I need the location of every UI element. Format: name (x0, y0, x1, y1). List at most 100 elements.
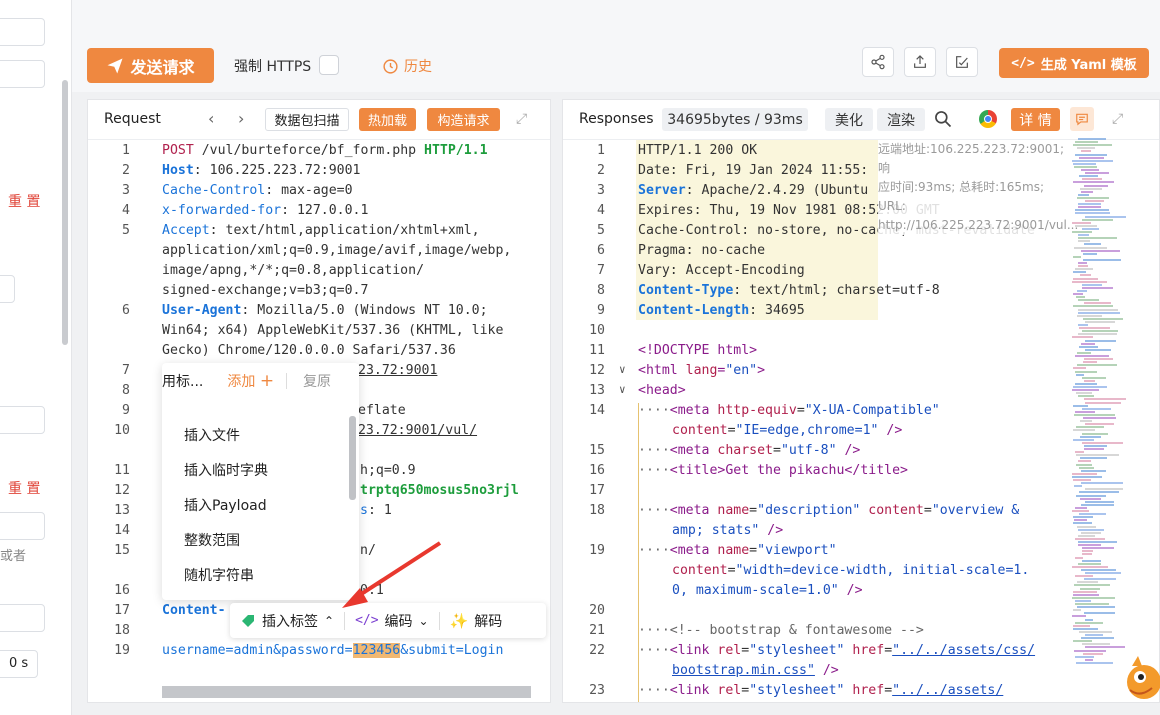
line-number: 3 (597, 183, 605, 198)
tooltip-line: 应时间:93ms; 总耗时:165ms; URL: (878, 180, 1045, 213)
html-link[interactable]: bootstrap.min.css" (672, 663, 815, 678)
minimap-line (1079, 345, 1098, 348)
generate-yaml-button[interactable]: </> 生成 Yaml 模板 (999, 48, 1149, 78)
insert-tag-button[interactable]: 插入标签 ⌃ (230, 611, 344, 631)
minimap-line (1074, 246, 1107, 249)
popup-scrollbar[interactable] (349, 416, 356, 500)
minimap-line (1075, 537, 1105, 540)
line-number: 17 (114, 603, 130, 618)
search-icon[interactable] (933, 109, 953, 133)
render-button[interactable]: 渲染 (877, 108, 925, 131)
line-number: 14 (589, 403, 605, 418)
minimap-line (1083, 652, 1103, 655)
import-button[interactable] (946, 47, 978, 77)
line-number: 14 (114, 523, 130, 538)
minimap-line (1082, 330, 1118, 333)
left-input-6[interactable] (0, 604, 45, 632)
minimap-line (1077, 525, 1096, 528)
export-button[interactable] (904, 47, 936, 77)
send-request-button[interactable]: 发送请求 (87, 48, 214, 83)
history-button[interactable]: 历史 (382, 56, 432, 76)
code-line: <head> (638, 383, 686, 398)
force-https-checkbox[interactable] (319, 55, 339, 75)
left-input-1[interactable] (0, 18, 45, 46)
menu-item-random-string[interactable]: 随机字符串 (184, 565, 254, 585)
share-button[interactable] (862, 47, 894, 77)
hot-load-button[interactable]: 热加载 (359, 108, 416, 131)
time-input[interactable]: 0 s (0, 650, 38, 678)
expand-icon[interactable]: ⤢ (516, 111, 527, 127)
menu-item-int-range[interactable]: 整数范围 (184, 530, 240, 550)
minimap-line (1084, 358, 1113, 361)
minimap-line (1085, 500, 1114, 503)
minimap-line (1079, 156, 1104, 159)
comment-button[interactable] (1070, 107, 1094, 131)
share-icon (871, 54, 885, 70)
line-number: 1 (597, 143, 605, 158)
request-title: Request (104, 111, 161, 127)
left-input-5[interactable] (0, 512, 45, 540)
body-text: username=admin&password= (162, 643, 353, 658)
code-line: trptq650mosus5no3rjl (360, 483, 519, 498)
left-input-4[interactable] (0, 406, 45, 434)
restore-button[interactable]: 复原 (303, 371, 331, 391)
minimap-line (1077, 364, 1117, 367)
response-title: Responses (579, 111, 654, 127)
minimap-line (1082, 283, 1102, 286)
detail-button[interactable]: 详 情 (1011, 108, 1060, 131)
header-key: Host (162, 163, 194, 178)
minimap-line (1074, 519, 1087, 522)
beautify-button[interactable]: 美化 (825, 108, 873, 131)
line-number: 2 (597, 163, 605, 178)
left-scrollbar[interactable] (62, 80, 68, 345)
code-line: Content- (162, 603, 226, 618)
minimap-line (1073, 386, 1107, 388)
html-link[interactable]: "../../assets/ (892, 683, 1003, 698)
fold-arrow-icon[interactable]: ∨ (619, 383, 626, 396)
reset-link-2[interactable]: 重 置 (8, 478, 40, 498)
packet-scan-button[interactable]: 数据包扫描 (265, 108, 349, 131)
menu-item-insert-payload[interactable]: 插入Payload (184, 495, 267, 515)
expand-icon[interactable]: ⤢ (1112, 111, 1123, 127)
header-value: : Apache/2.4.29 (Ubuntu (685, 183, 869, 198)
html-tag: <meta (669, 403, 718, 418)
html-link[interactable]: "../../assets/css/ (892, 643, 1035, 658)
selected-text: 123456 (352, 643, 401, 658)
fold-arrow-icon[interactable]: ∨ (619, 363, 626, 376)
tag-icon (242, 614, 254, 627)
header-value: : 34695 (749, 303, 805, 318)
request-horizontal-scrollbar[interactable] (162, 686, 531, 698)
minimap-line (1072, 231, 1092, 233)
html-tag: /> (878, 423, 903, 438)
decode-button[interactable]: ✨ 解码 (440, 611, 513, 631)
menu-item-insert-file[interactable]: 插入文件 (184, 425, 240, 445)
add-tag-button[interactable]: 添加 + (227, 371, 274, 391)
reset-link-1[interactable]: 重 置 (8, 191, 40, 211)
html-attr-value: amp; stats" (672, 523, 760, 538)
code-line: ····<meta name="viewport" (638, 543, 837, 558)
minimap-line (1073, 162, 1096, 165)
line-number: 4 (597, 203, 605, 218)
next-arrow-icon[interactable]: › (238, 109, 244, 128)
minimap-line (1085, 215, 1126, 218)
code-line: Cache-Control: max-age=0 (162, 183, 353, 198)
app-root: 重 置 重 置 或者 0 s 发送请求 强制 HTTPS 历史 </> 生成 Y… (0, 0, 1160, 715)
menu-item-insert-temp-dict[interactable]: 插入临时字典 (184, 460, 268, 480)
code-minimap[interactable] (1072, 138, 1126, 668)
minimap-line (1073, 367, 1086, 370)
line-number: 10 (589, 323, 605, 338)
minimap-line (1082, 407, 1111, 410)
minimap-line (1080, 187, 1102, 190)
minimap-line (1077, 289, 1087, 292)
minimap-line (1072, 221, 1091, 224)
html-attr: charset (717, 443, 773, 458)
minimap-line (1083, 258, 1121, 261)
left-input-3[interactable] (0, 275, 15, 303)
minimap-line (1075, 575, 1093, 578)
code-line: eflate (358, 403, 406, 418)
html-attr: href (852, 643, 885, 658)
left-input-2[interactable] (0, 60, 45, 88)
chrome-icon[interactable] (979, 110, 997, 128)
prev-arrow-icon[interactable]: ‹ (208, 109, 214, 128)
build-request-button[interactable]: 构造请求 (427, 108, 500, 131)
